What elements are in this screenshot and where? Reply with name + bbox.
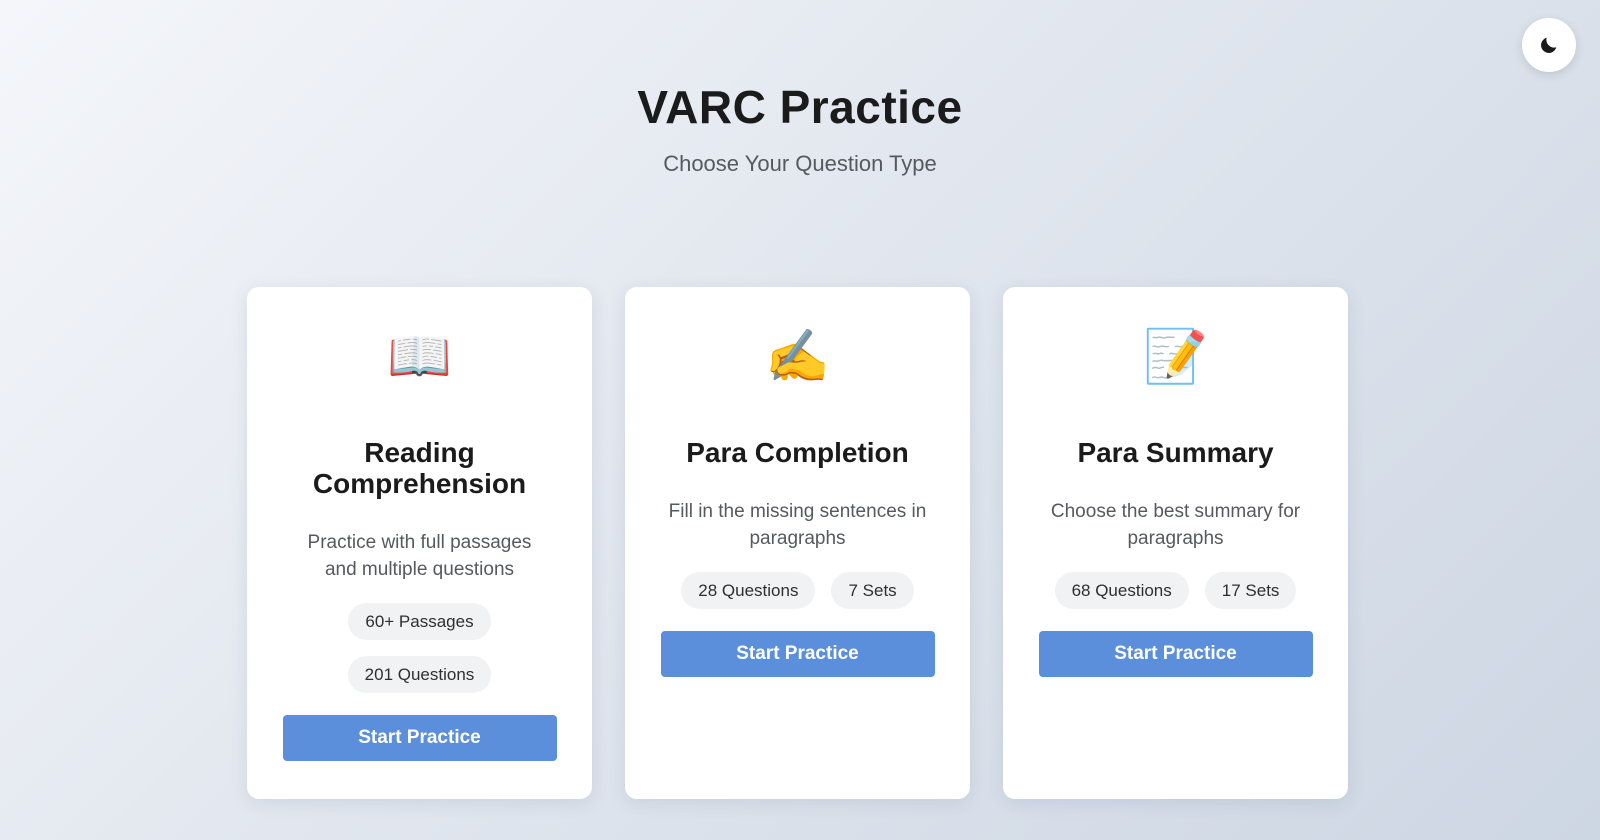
card-description: Choose the best summary for paragraphs (1050, 501, 1301, 549)
open-book-icon: 📖 (387, 328, 452, 386)
memo-icon: 📝 (1143, 328, 1208, 386)
card-title: Para Summary (1077, 437, 1274, 468)
writing-hand-icon: ✍️ (765, 328, 830, 386)
questions-badge: 68 Questions (1054, 572, 1189, 609)
theme-toggle-button[interactable] (1522, 18, 1576, 72)
questions-badge: 201 Questions (347, 656, 492, 693)
page-header: VARC Practice Choose Your Question Type (0, 78, 1600, 178)
card-badges: 60+ Passages 201 Questions (347, 603, 492, 693)
sets-badge: 7 Sets (831, 572, 914, 609)
start-practice-button[interactable]: Start Practice (282, 715, 557, 761)
page-title: VARC Practice (637, 81, 963, 133)
card-para-completion: ✍️ Para Completion Fill in the missing s… (625, 287, 970, 799)
question-type-cards: 📖 Reading Comprehension Practice with fu… (247, 287, 1348, 799)
questions-badge: 28 Questions (681, 572, 816, 609)
start-practice-button[interactable]: Start Practice (660, 631, 935, 677)
card-badges: 28 Questions 7 Sets (681, 572, 914, 609)
card-description: Practice with full passages and multiple… (307, 532, 532, 580)
passages-badge: 60+ Passages (348, 603, 491, 640)
card-description: Fill in the missing sentences in paragra… (668, 501, 927, 549)
card-title: Reading Comprehension (312, 437, 527, 499)
sets-badge: 17 Sets (1204, 572, 1297, 609)
card-para-summary: 📝 Para Summary Choose the best summary f… (1003, 287, 1348, 799)
card-badges: 68 Questions 17 Sets (1054, 572, 1297, 609)
card-reading-comprehension: 📖 Reading Comprehension Practice with fu… (247, 287, 592, 799)
moon-icon (1541, 37, 1557, 53)
page-subtitle: Choose Your Question Type (663, 151, 937, 176)
start-practice-button[interactable]: Start Practice (1038, 631, 1313, 677)
card-title: Para Completion (686, 437, 909, 468)
